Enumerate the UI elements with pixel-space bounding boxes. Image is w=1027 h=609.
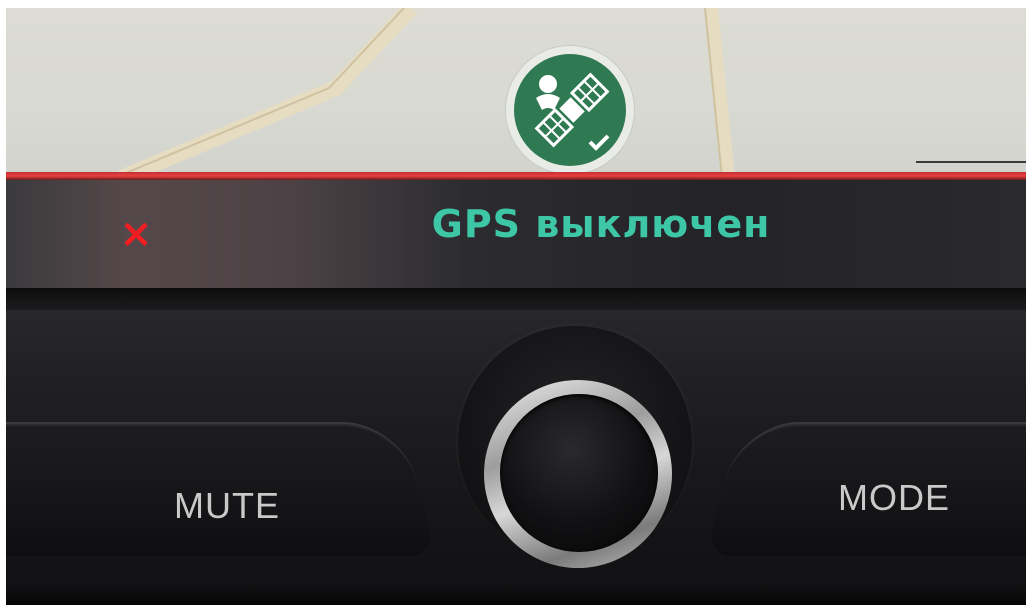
device-screen-photo: × GPS выключен MUTE MODE bbox=[6, 8, 1026, 605]
status-accent-line bbox=[6, 172, 1026, 180]
status-bar: × GPS выключен bbox=[6, 180, 1026, 294]
gps-status-badge bbox=[506, 46, 634, 174]
map-scale-bar bbox=[916, 158, 1026, 163]
close-icon[interactable]: × bbox=[114, 214, 158, 254]
mute-button-label: MUTE bbox=[174, 485, 280, 526]
satellite-icon bbox=[534, 72, 610, 151]
mode-button-label: MODE bbox=[838, 477, 950, 518]
rotary-knob-icon[interactable] bbox=[500, 394, 658, 552]
map-view[interactable] bbox=[6, 8, 1026, 178]
panel-ridge bbox=[6, 288, 1026, 310]
panel-bottom-edge bbox=[6, 586, 1026, 605]
gps-status-message: GPS выключен bbox=[431, 202, 771, 246]
